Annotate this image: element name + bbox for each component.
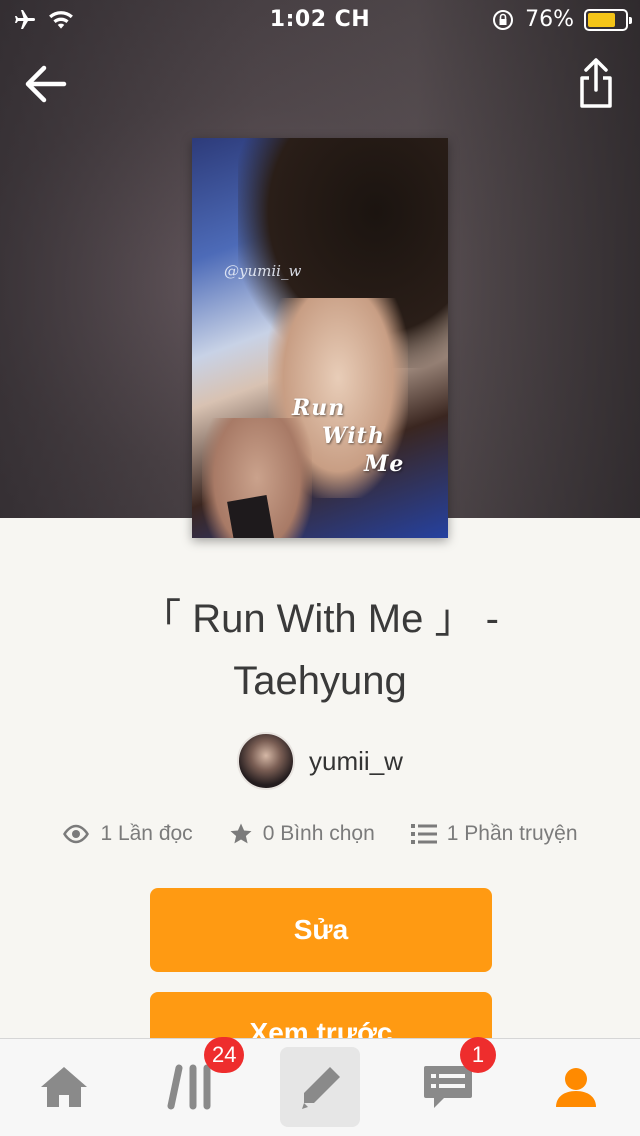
status-bar: 1:02 CH 76% xyxy=(0,0,640,40)
story-title-line1: 「 Run With Me 」 - xyxy=(141,597,499,641)
eye-icon xyxy=(63,824,90,844)
pencil-icon xyxy=(302,1067,340,1109)
arrow-left-icon xyxy=(25,65,67,103)
cover-title-line: Run xyxy=(292,395,346,421)
back-button[interactable] xyxy=(22,60,70,108)
rotation-lock-icon xyxy=(493,9,514,30)
status-right: 76% xyxy=(491,7,632,32)
tab-home[interactable] xyxy=(24,1047,104,1127)
battery-icon xyxy=(584,8,632,31)
share-button[interactable] xyxy=(576,56,616,110)
story-title: 「 Run With Me 」 - Taehyung xyxy=(40,588,600,712)
star-icon xyxy=(230,823,252,844)
stat-votes: 0 Bình chọn xyxy=(229,822,375,846)
edit-button[interactable]: Sửa xyxy=(150,888,492,972)
library-badge: 24 xyxy=(204,1037,245,1073)
messages-badge: 1 xyxy=(460,1037,496,1073)
parts-count: 1 Phần truyện xyxy=(446,822,578,845)
cover-watermark: @yumii_w xyxy=(224,262,302,280)
cover-title-line: With xyxy=(322,423,385,449)
tab-library[interactable]: 24 xyxy=(152,1037,245,1127)
story-cover[interactable]: @yumii_w Run With Me xyxy=(192,138,448,538)
home-icon xyxy=(41,1067,87,1107)
tab-bar: 24 1 xyxy=(0,1037,640,1136)
library-icon xyxy=(167,1064,211,1110)
tab-messages[interactable]: 1 xyxy=(408,1037,496,1127)
tab-write[interactable] xyxy=(280,1047,360,1127)
author-link[interactable]: yumii_w xyxy=(0,732,640,790)
avatar[interactable] xyxy=(237,732,296,790)
chat-icon xyxy=(424,1066,472,1108)
battery-fill xyxy=(588,12,616,27)
share-icon xyxy=(580,58,612,108)
cover-title-line: Me xyxy=(364,451,405,477)
story-title-line2: Taehyung xyxy=(233,659,407,703)
list-icon xyxy=(410,824,437,844)
cover-title: Run With Me xyxy=(292,394,404,478)
reads-count: 1 Lần đọc xyxy=(100,822,193,845)
battery-percent: 76% xyxy=(525,7,574,32)
stat-parts: 1 Phần truyện xyxy=(410,822,578,846)
tab-profile[interactable] xyxy=(536,1047,616,1127)
story-stats: 1 Lần đọc 0 Bình chọn 1 Phần truyện xyxy=(0,822,640,846)
stat-reads: 1 Lần đọc xyxy=(62,822,193,846)
profile-icon xyxy=(556,1068,596,1107)
votes-count: 0 Bình chọn xyxy=(262,822,375,845)
author-name[interactable]: yumii_w xyxy=(309,746,403,777)
